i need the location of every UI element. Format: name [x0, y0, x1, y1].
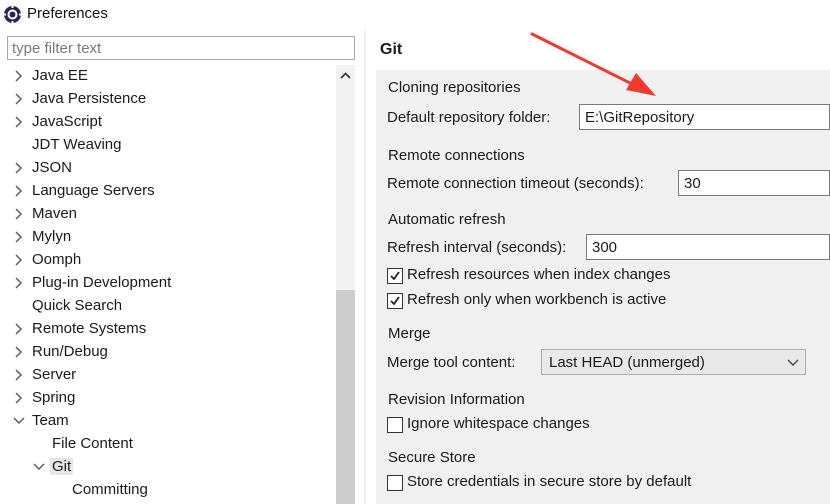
refresh-on-index-change-option[interactable]: Refresh resources when index changes	[387, 266, 827, 286]
chevron-right-icon[interactable]	[13, 160, 25, 176]
tree-item-json[interactable]: JSON	[0, 157, 336, 180]
refresh-on-index-change-checkbox[interactable]	[387, 268, 403, 284]
tree-item-label: Plug-in Development	[32, 274, 172, 291]
ignore-whitespace-label: Ignore whitespace changes	[407, 415, 590, 432]
store-credentials-label: Store credentials in secure store by def…	[407, 473, 692, 490]
timeout-label: Remote connection timeout (seconds):	[387, 175, 644, 192]
tree-item-spring[interactable]: Spring	[0, 387, 336, 410]
chevron-right-icon[interactable]	[13, 390, 25, 406]
filter-input[interactable]	[7, 36, 355, 60]
merge-tool-content-value: Last HEAD (unmerged)	[549, 354, 705, 371]
group-title-revision: Revision Information	[388, 391, 525, 408]
tree-item-label: Git	[50, 458, 74, 475]
chevron-right-icon[interactable]	[13, 252, 25, 268]
merge-tool-content-dropdown[interactable]: Last HEAD (unmerged)	[541, 349, 806, 375]
chevron-right-icon[interactable]	[13, 91, 25, 107]
window-title: Preferences	[27, 5, 108, 22]
tree-item-label: JavaScript	[32, 113, 103, 130]
chevron-right-icon[interactable]	[13, 229, 25, 245]
refresh-interval-field[interactable]	[586, 234, 830, 260]
tree-item-label: Server	[32, 366, 77, 383]
group-title-refresh: Automatic refresh	[388, 211, 506, 228]
tree-item-label: Mylyn	[32, 228, 72, 245]
chevron-right-icon[interactable]	[13, 344, 25, 360]
tree-item-plug-in-development[interactable]: Plug-in Development	[0, 272, 336, 295]
tree-item-language-servers[interactable]: Language Servers	[0, 180, 336, 203]
checkmark-icon	[390, 296, 400, 306]
group-title-merge: Merge	[388, 325, 431, 342]
tree-item-committing[interactable]: Committing	[0, 479, 336, 502]
tree-item-label: File Content	[52, 435, 133, 452]
tree-item-quick-search[interactable]: Quick Search	[0, 295, 336, 318]
tree-item-label: Spring	[32, 389, 76, 406]
tree-item-jdt-weaving[interactable]: JDT Weaving	[0, 134, 336, 157]
chevron-right-icon[interactable]	[13, 367, 25, 383]
store-credentials-checkbox[interactable]	[387, 475, 403, 491]
chevron-down-icon[interactable]	[33, 459, 45, 475]
timeout-field[interactable]	[678, 170, 830, 196]
tree-item-team[interactable]: Team	[0, 410, 336, 433]
refresh-only-when-active-checkbox[interactable]	[387, 293, 403, 309]
store-credentials-option[interactable]: Store credentials in secure store by def…	[387, 473, 827, 493]
refresh-interval-label: Refresh interval (seconds):	[387, 239, 567, 256]
chevron-right-icon[interactable]	[13, 68, 25, 84]
chevron-right-icon[interactable]	[13, 183, 25, 199]
preferences-navigation-pane: Java EE Java Persistence JavaScript JDT Wea…	[0, 30, 364, 504]
tree-item-remote-systems[interactable]: Remote Systems	[0, 318, 336, 341]
refresh-only-when-active-label: Refresh only when workbench is active	[407, 291, 667, 308]
ignore-whitespace-checkbox[interactable]	[387, 417, 403, 433]
tree-item-label: Committing	[72, 481, 148, 498]
tree-item-java-ee[interactable]: Java EE	[0, 65, 336, 88]
tree-item-server[interactable]: Server	[0, 364, 336, 387]
tree-item-label: Quick Search	[32, 297, 123, 314]
tree-item-label: Language Servers	[32, 182, 155, 199]
refresh-on-index-change-label: Refresh resources when index changes	[407, 266, 671, 283]
refresh-only-when-active-option[interactable]: Refresh only when workbench is active	[387, 291, 827, 311]
group-title-cloning: Cloning repositories	[388, 79, 521, 96]
tree-item-label: JDT Weaving	[32, 136, 122, 153]
tree-item-label: Oomph	[32, 251, 82, 268]
default-folder-field[interactable]	[579, 104, 830, 130]
scroll-up-icon[interactable]	[336, 65, 355, 87]
chevron-right-icon[interactable]	[13, 321, 25, 337]
chevron-down-icon[interactable]	[13, 413, 25, 429]
tree-item-label: JSON	[32, 159, 73, 176]
tree-item-mylyn[interactable]: Mylyn	[0, 226, 336, 249]
group-title-secure-store: Secure Store	[388, 449, 476, 466]
group-title-remote: Remote connections	[388, 147, 525, 164]
checkmark-icon	[390, 271, 400, 281]
chevron-right-icon[interactable]	[13, 275, 25, 291]
git-preference-page: Git Cloning repositories Default reposit…	[366, 30, 830, 504]
page-body: Cloning repositories Default repository …	[376, 70, 830, 504]
default-folder-label: Default repository folder:	[387, 109, 551, 126]
tree-item-label: Run/Debug	[32, 343, 108, 360]
page-title: Git	[380, 41, 403, 58]
ignore-whitespace-option[interactable]: Ignore whitespace changes	[387, 415, 827, 435]
tree-item-label: Remote Systems	[32, 320, 147, 337]
scroll-thumb[interactable]	[336, 290, 355, 504]
tree-item-label: Java Persistence	[32, 90, 147, 107]
tree-item-label: Team	[32, 412, 69, 429]
tree-scrollbar[interactable]	[336, 65, 355, 504]
tree-item-label: Java EE	[32, 67, 88, 84]
tree-item-maven[interactable]: Maven	[0, 203, 336, 226]
tree-item-git[interactable]: Git	[0, 456, 336, 479]
chevron-down-icon	[787, 359, 799, 366]
tree-item-label: Maven	[32, 205, 78, 222]
eclipse-preferences-icon	[3, 5, 22, 24]
tree-item-file-content[interactable]: File Content	[0, 433, 336, 456]
tree-item-oomph[interactable]: Oomph	[0, 249, 336, 272]
chevron-right-icon[interactable]	[13, 206, 25, 222]
chevron-right-icon[interactable]	[13, 114, 25, 130]
title-bar: Preferences	[0, 0, 830, 30]
tree-item-javascript[interactable]: JavaScript	[0, 111, 336, 134]
tree-item-java-persistence[interactable]: Java Persistence	[0, 88, 336, 111]
merge-tool-content-label: Merge tool content:	[387, 354, 516, 371]
preferences-tree: Java EE Java Persistence JavaScript JDT Wea…	[0, 65, 336, 504]
tree-item-run-debug[interactable]: Run/Debug	[0, 341, 336, 364]
